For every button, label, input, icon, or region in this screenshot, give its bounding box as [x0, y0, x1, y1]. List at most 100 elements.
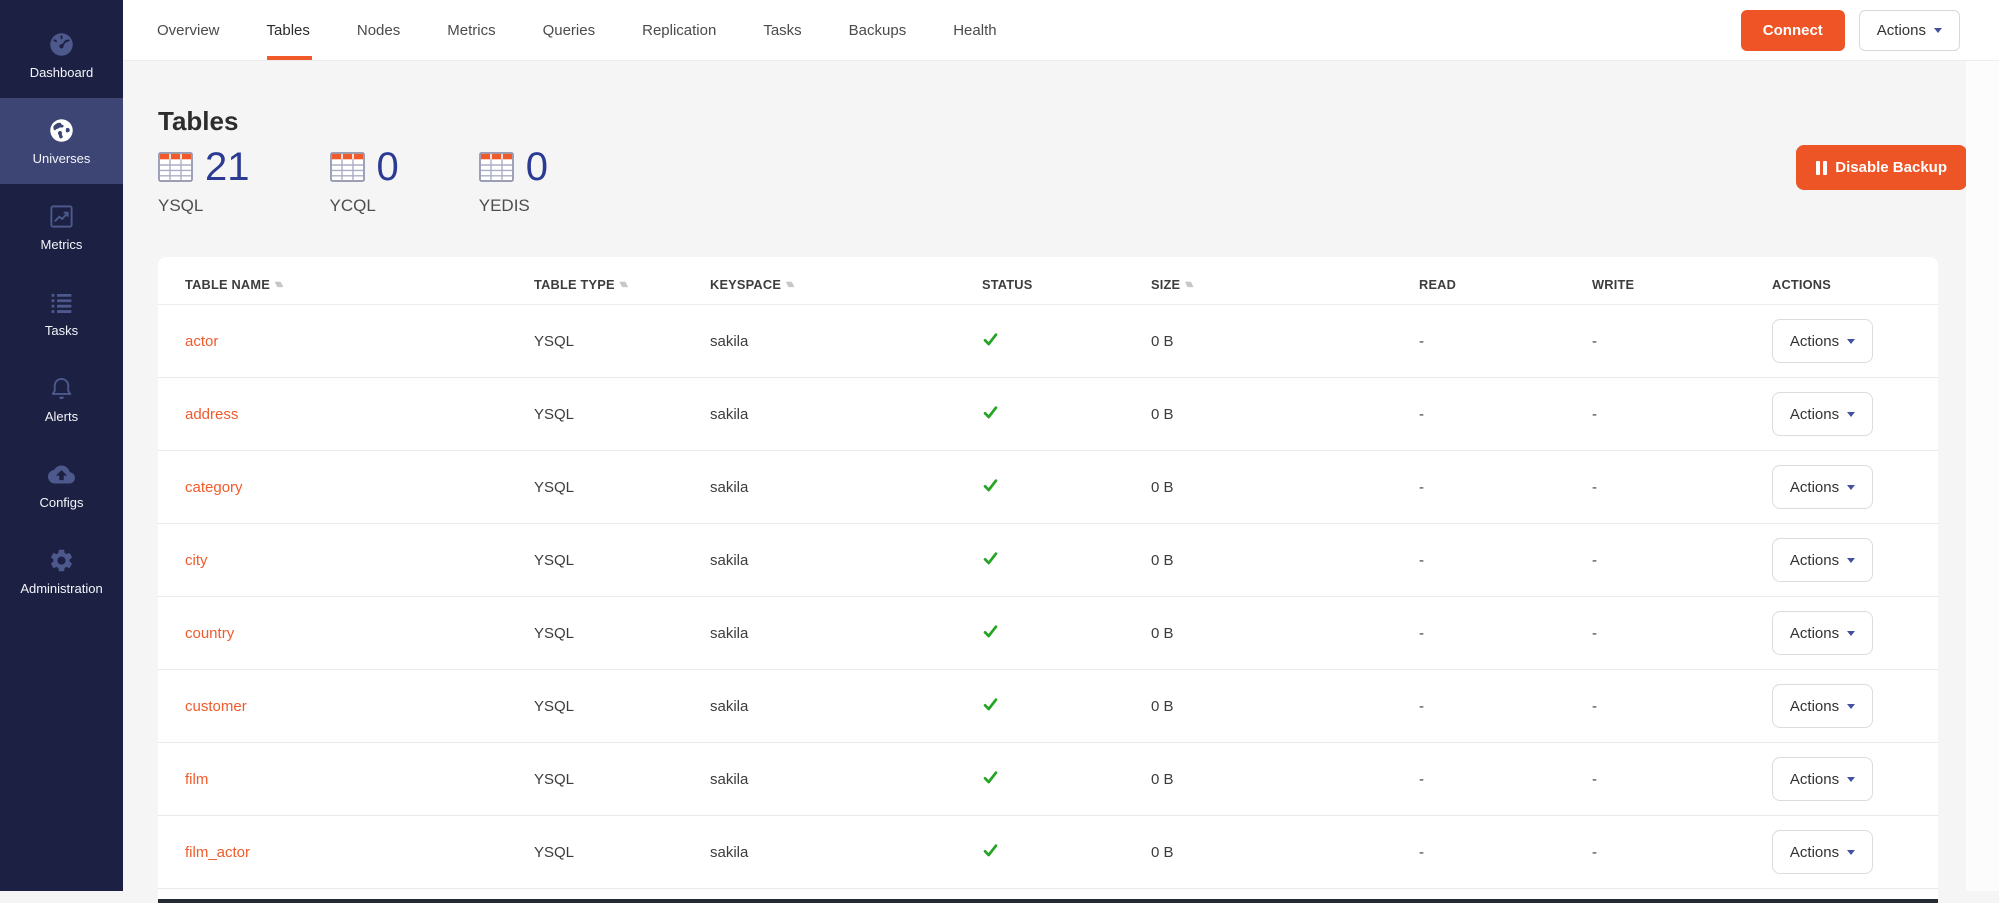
universe-actions-button[interactable]: Actions: [1859, 10, 1960, 51]
read-cell: -: [1419, 771, 1592, 788]
row-actions-button[interactable]: Actions: [1772, 465, 1873, 509]
tables-page: Tables 21 YSQL 0 YCQL: [123, 61, 1999, 891]
tab-tasks[interactable]: Tasks: [763, 0, 801, 60]
column-header-label: SIZE: [1151, 277, 1180, 292]
table-name-link[interactable]: film: [185, 771, 208, 788]
keyspace-cell: sakila: [710, 771, 982, 788]
table-name-link[interactable]: actor: [185, 333, 218, 350]
status-ok-icon: [982, 696, 999, 713]
keyspace-cell: sakila: [710, 333, 982, 350]
table-type-cell: YSQL: [534, 406, 710, 423]
row-actions-button[interactable]: Actions: [1772, 538, 1873, 582]
status-ok-icon: [982, 331, 999, 348]
sidebar-item-label: Metrics: [41, 237, 83, 252]
sidebar-item-administration[interactable]: Administration: [0, 528, 123, 614]
keyspace-cell: sakila: [710, 479, 982, 496]
row-actions-button[interactable]: Actions: [1772, 684, 1873, 728]
page-title: Tables: [158, 105, 1999, 137]
column-header-label: KEYSPACE: [710, 277, 781, 292]
table-name-link[interactable]: city: [185, 552, 208, 569]
table-name-link[interactable]: country: [185, 625, 234, 642]
sort-icon[interactable]: ▾▴: [1185, 279, 1191, 290]
column-header-write: WRITE ▾▴: [1592, 277, 1772, 292]
status-cell: [982, 331, 1151, 352]
tab-tables[interactable]: Tables: [267, 0, 310, 60]
sort-icon[interactable]: ▾▴: [786, 279, 792, 290]
tab-label: Replication: [642, 22, 716, 39]
table-name-link[interactable]: film_actor: [185, 844, 250, 861]
sidebar-item-metrics[interactable]: Metrics: [0, 184, 123, 270]
tab-replication[interactable]: Replication: [642, 0, 716, 60]
sidebar-item-tasks[interactable]: Tasks: [0, 270, 123, 356]
read-cell: -: [1419, 698, 1592, 715]
status-ok-icon: [982, 842, 999, 859]
table-grid-icon: [479, 152, 514, 182]
sidebar-item-label: Tasks: [45, 323, 78, 338]
chevron-down-icon: [1847, 558, 1855, 563]
universe-actions-label: Actions: [1877, 22, 1926, 39]
size-cell: 0 B: [1151, 625, 1419, 642]
sidebar: Dashboard Universes Metrics Tasks Alerts…: [0, 0, 123, 891]
size-cell: 0 B: [1151, 844, 1419, 861]
column-header-table-name: TABLE NAME ▾▴: [185, 277, 534, 292]
sort-icon[interactable]: ▾▴: [620, 279, 626, 290]
size-cell: 0 B: [1151, 406, 1419, 423]
keyspace-cell: sakila: [710, 625, 982, 642]
stat-value: 21: [205, 147, 250, 187]
tab-label: Health: [953, 22, 996, 39]
chevron-down-icon: [1847, 704, 1855, 709]
sidebar-item-label: Configs: [39, 495, 83, 510]
size-cell: 0 B: [1151, 552, 1419, 569]
sidebar-item-configs[interactable]: Configs: [0, 442, 123, 528]
sidebar-item-universes[interactable]: Universes: [0, 98, 123, 184]
read-cell: -: [1419, 844, 1592, 861]
table-name-link[interactable]: category: [185, 479, 243, 496]
size-cell: 0 B: [1151, 698, 1419, 715]
row-actions-label: Actions: [1790, 771, 1839, 788]
row-actions-button[interactable]: Actions: [1772, 757, 1873, 801]
disable-backup-button[interactable]: Disable Backup: [1796, 145, 1967, 190]
table-row-customer: customer YSQL sakila 0 B - - Actions: [158, 670, 1938, 743]
row-actions-button[interactable]: Actions: [1772, 319, 1873, 363]
table-name-link[interactable]: customer: [185, 698, 247, 715]
sidebar-item-label: Universes: [33, 151, 91, 166]
table-row-actor: actor YSQL sakila 0 B - - Actions: [158, 305, 1938, 378]
write-cell: -: [1592, 406, 1772, 423]
sort-icon[interactable]: ▾▴: [275, 279, 281, 290]
row-actions-button[interactable]: Actions: [1772, 830, 1873, 874]
tab-nodes[interactable]: Nodes: [357, 0, 400, 60]
stat-label: YEDIS: [479, 196, 548, 216]
tab-overview[interactable]: Overview: [157, 0, 220, 60]
sidebar-item-label: Dashboard: [30, 65, 94, 80]
keyspace-cell: sakila: [710, 552, 982, 569]
row-actions-button[interactable]: Actions: [1772, 392, 1873, 436]
column-header-label: STATUS: [982, 277, 1033, 292]
status-cell: [982, 696, 1151, 717]
sidebar-item-alerts[interactable]: Alerts: [0, 356, 123, 442]
stat-label: YCQL: [330, 196, 399, 216]
size-cell: 0 B: [1151, 771, 1419, 788]
sidebar-item-icon: [48, 203, 75, 230]
tab-label: Metrics: [447, 22, 495, 39]
table-row-category: category YSQL sakila 0 B - - Actions: [158, 451, 1938, 524]
stat-ysql: 21 YSQL: [158, 147, 250, 216]
column-header-label: TABLE TYPE: [534, 277, 615, 292]
column-header-label: ACTIONS: [1772, 277, 1831, 292]
table-type-cell: YSQL: [534, 625, 710, 642]
connect-button[interactable]: Connect: [1741, 10, 1845, 51]
tab-queries[interactable]: Queries: [543, 0, 596, 60]
sidebar-item-icon: [48, 117, 75, 144]
page-scrollbar[interactable]: [1966, 0, 1999, 891]
size-cell: 0 B: [1151, 479, 1419, 496]
tab-label: Tasks: [763, 22, 801, 39]
tab-metrics[interactable]: Metrics: [447, 0, 495, 60]
tab-backups[interactable]: Backups: [849, 0, 907, 60]
status-cell: [982, 477, 1151, 498]
universe-topbar: Overview Tables Nodes Metrics Queries Re…: [123, 0, 1999, 61]
tables-card: TABLE NAME ▾▴ TABLE TYPE ▾▴ KEYSPACE ▾▴ …: [158, 257, 1938, 903]
tab-health[interactable]: Health: [953, 0, 996, 60]
sidebar-item-dashboard[interactable]: Dashboard: [0, 12, 123, 98]
table-name-link[interactable]: address: [185, 406, 238, 423]
row-actions-button[interactable]: Actions: [1772, 611, 1873, 655]
sidebar-item-icon: [48, 547, 75, 574]
